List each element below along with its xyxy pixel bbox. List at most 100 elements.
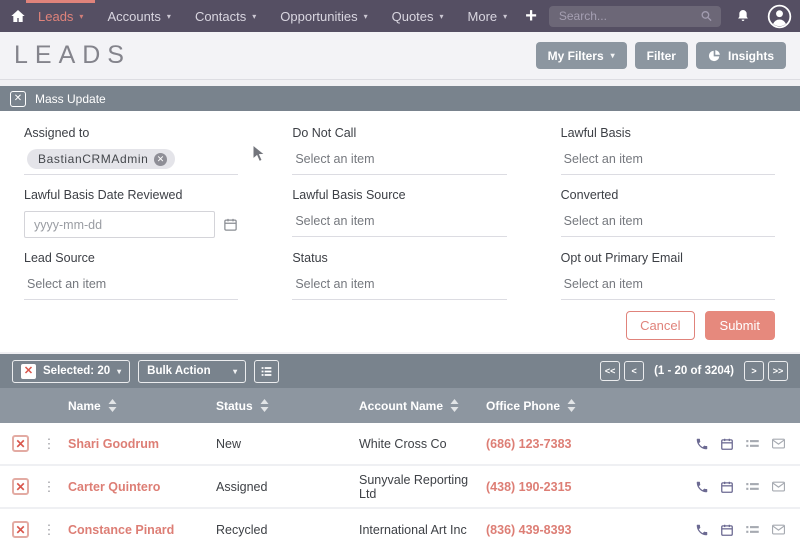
quick-create-button[interactable]: + — [519, 0, 549, 32]
cancel-button[interactable]: Cancel — [626, 311, 695, 340]
row-checkbox[interactable]: ✕ — [12, 478, 29, 495]
pagination: << < (1 - 20 of 3204) > >> — [600, 361, 788, 381]
lead-office-phone[interactable]: (836) 439-8393 — [486, 523, 644, 537]
chevron-down-icon: ▾ — [79, 11, 84, 21]
bulk-action-button[interactable]: Bulk Action ▾ — [138, 359, 247, 383]
phone-icon[interactable] — [695, 480, 709, 494]
lead-name-link[interactable]: Constance Pinard — [68, 523, 216, 537]
lead-name-link[interactable]: Shari Goodrum — [68, 437, 216, 451]
column-header-status[interactable]: Status — [216, 399, 359, 413]
my-filters-button[interactable]: My Filters ▾ — [535, 42, 627, 69]
row-menu-icon[interactable]: ⋮ — [42, 522, 56, 538]
prev-page-button[interactable]: < — [624, 361, 645, 381]
lawful-basis-select[interactable]: Select an item — [560, 149, 775, 175]
chevron-down-icon: ▾ — [166, 11, 171, 21]
list-view-button[interactable] — [254, 359, 280, 383]
field-converted: Converted Select an item — [560, 188, 775, 238]
stream-icon[interactable] — [745, 479, 760, 494]
mass-update-title: Mass Update — [35, 91, 106, 106]
leads-list: ✕ ⋮ Shari Goodrum New White Cross Co (68… — [0, 423, 800, 543]
field-lead-source: Lead Source Select an item — [24, 251, 239, 300]
lawful-basis-source-select[interactable]: Select an item — [292, 211, 507, 237]
sort-icon[interactable] — [108, 399, 117, 412]
calendar-icon[interactable] — [720, 437, 734, 451]
row-checkbox[interactable]: ✕ — [12, 435, 29, 452]
mass-update-fields: Assigned to BastianCRMAdmin ✕ Do Not Cal… — [24, 126, 775, 300]
email-icon[interactable] — [771, 479, 786, 494]
sort-icon[interactable] — [567, 399, 576, 412]
user-menu-button[interactable] — [761, 0, 792, 32]
status-select[interactable]: Select an item — [292, 274, 507, 300]
email-icon[interactable] — [771, 522, 786, 537]
home-icon — [10, 8, 26, 24]
column-header-account-name[interactable]: Account Name — [359, 399, 486, 413]
nav-item-contacts[interactable]: Contacts ▾ — [183, 0, 268, 32]
chevron-down-icon: ▾ — [233, 366, 238, 376]
calendar-icon[interactable] — [720, 480, 734, 494]
nav-item-leads[interactable]: Leads ▾ — [26, 0, 96, 32]
main-nav: Leads ▾ Accounts ▾ Contacts ▾ Opportunit… — [26, 0, 519, 32]
insights-button[interactable]: Insights — [695, 42, 786, 69]
do-not-call-select[interactable]: Select an item — [292, 149, 507, 175]
home-button[interactable] — [10, 0, 26, 32]
stream-icon[interactable] — [745, 522, 760, 537]
assigned-to-input[interactable]: BastianCRMAdmin ✕ — [24, 149, 239, 175]
nav-item-more[interactable]: More ▾ — [456, 0, 520, 32]
phone-icon[interactable] — [695, 437, 709, 451]
sort-icon[interactable] — [260, 399, 269, 412]
chevron-down-icon: ▾ — [252, 11, 257, 21]
lead-office-phone[interactable]: (438) 190-2315 — [486, 480, 644, 494]
list-icon — [260, 365, 273, 378]
chevron-down-icon: ▾ — [503, 11, 508, 21]
lead-name-link[interactable]: Carter Quintero — [68, 480, 216, 494]
chevron-down-icon: ▾ — [363, 11, 368, 21]
next-page-button[interactable]: > — [744, 361, 764, 381]
nav-item-opportunities[interactable]: Opportunities ▾ — [268, 0, 379, 32]
search-input[interactable] — [548, 5, 721, 27]
phone-icon[interactable] — [695, 523, 709, 537]
stream-icon[interactable] — [745, 436, 760, 451]
field-do-not-call: Do Not Call Select an item — [292, 126, 507, 175]
global-search — [548, 0, 721, 32]
lead-account-name: Sunyvale Reporting Ltd — [359, 472, 469, 501]
calendar-icon[interactable] — [223, 217, 238, 232]
field-lawful-basis-date-reviewed: Lawful Basis Date Reviewed — [24, 188, 238, 238]
column-header-name[interactable]: Name — [68, 399, 216, 413]
email-icon[interactable] — [771, 436, 786, 451]
date-reviewed-input[interactable] — [24, 211, 216, 238]
remove-tag-icon[interactable]: ✕ — [154, 152, 168, 166]
sort-icon[interactable] — [450, 399, 459, 412]
notifications-button[interactable] — [721, 0, 761, 32]
calendar-icon[interactable] — [720, 523, 734, 537]
avatar-icon — [767, 4, 792, 29]
panel-actions: Cancel Submit — [24, 311, 775, 340]
last-page-button[interactable]: >> — [768, 361, 788, 381]
table-row: ✕ ⋮ Constance Pinard Recycled Internatio… — [0, 509, 800, 543]
opt-out-primary-email-select[interactable]: Select an item — [560, 274, 775, 300]
lead-status: Recycled — [216, 522, 268, 537]
lead-office-phone[interactable]: (686) 123-7383 — [486, 437, 644, 451]
mass-update-bar: ✕ Mass Update — [0, 86, 800, 111]
pagination-info: (1 - 20 of 3204) — [654, 365, 734, 377]
converted-select[interactable]: Select an item — [560, 211, 775, 237]
submit-button[interactable]: Submit — [704, 311, 775, 340]
filter-button[interactable]: Filter — [634, 42, 688, 69]
field-opt-out-primary-email: Opt out Primary Email Select an item — [560, 251, 775, 300]
table-row: ✕ ⋮ Shari Goodrum New White Cross Co (68… — [0, 423, 800, 466]
lead-source-select[interactable]: Select an item — [24, 274, 239, 300]
column-header-office-phone[interactable]: Office Phone — [486, 399, 644, 413]
selected-dropdown-button[interactable]: ✕ Selected: 20 ▾ — [12, 359, 131, 383]
page-header: LEADS My Filters ▾ Filter Insights — [0, 32, 800, 80]
field-lawful-basis: Lawful Basis Select an item — [560, 126, 775, 175]
row-menu-icon[interactable]: ⋮ — [42, 436, 56, 452]
row-menu-icon[interactable]: ⋮ — [42, 479, 56, 495]
mass-update-close-button[interactable]: ✕ — [10, 90, 26, 107]
row-checkbox[interactable]: ✕ — [12, 521, 29, 538]
chevron-down-icon: ▾ — [439, 11, 444, 21]
nav-item-quotes[interactable]: Quotes ▾ — [380, 0, 456, 32]
table-row: ✕ ⋮ Carter Quintero Assigned Sunyvale Re… — [0, 466, 800, 509]
nav-item-accounts[interactable]: Accounts ▾ — [95, 0, 183, 32]
lead-account-name: International Art Inc — [359, 522, 467, 537]
first-page-button[interactable]: << — [600, 361, 621, 381]
assigned-user-tag[interactable]: BastianCRMAdmin ✕ — [27, 149, 176, 169]
